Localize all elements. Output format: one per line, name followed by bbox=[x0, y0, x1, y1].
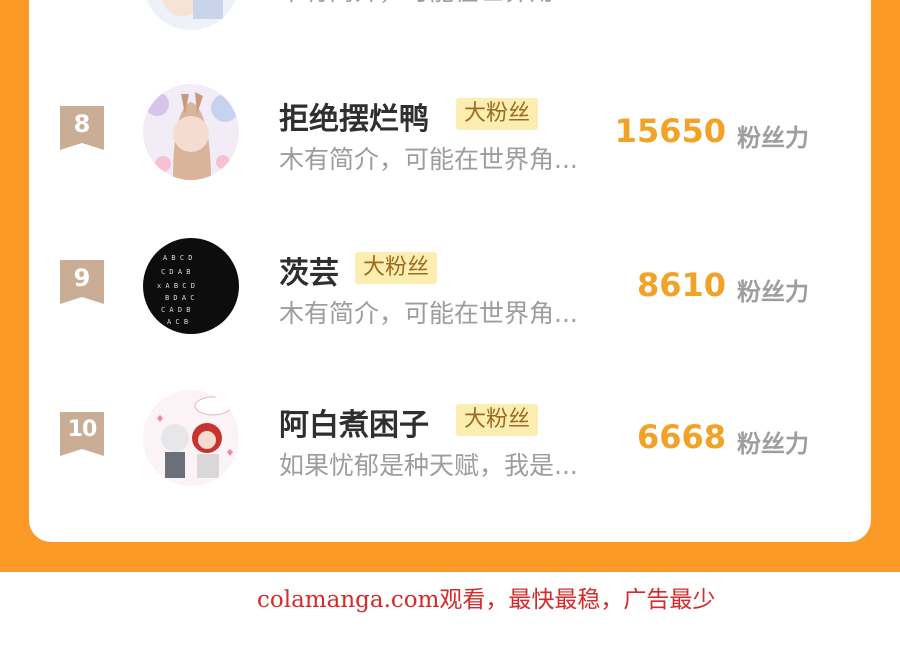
avatar[interactable] bbox=[143, 84, 239, 180]
svg-text:C D A B: C D A B bbox=[161, 268, 191, 276]
fan-level-badge: 大粉丝 bbox=[456, 404, 539, 436]
avatar[interactable]: A B C D C D A B x A B C D B D A C C A D … bbox=[143, 238, 239, 334]
fan-power-value: 8610 bbox=[636, 266, 726, 304]
fan-level-badge: 大粉丝 bbox=[456, 98, 539, 130]
user-name[interactable]: 拒绝摆烂鸭 bbox=[279, 94, 429, 138]
fan-level-badge: 大粉丝 bbox=[355, 252, 438, 284]
fan-ranking-card: 木有简介，可能在世界角... 8 拒绝摆烂鸭 大粉丝 木有简介，可能在世界角..… bbox=[29, 0, 871, 542]
user-name[interactable]: 茨芸 bbox=[279, 248, 339, 292]
user-description: 木有简介，可能在世界角... bbox=[279, 299, 578, 328]
watermark-text: colamanga.com观看，最快最稳，广告最少 bbox=[257, 587, 716, 613]
svg-text:B D A C: B D A C bbox=[165, 294, 195, 302]
avatar[interactable] bbox=[143, 0, 239, 30]
svg-text:A B C D: A B C D bbox=[163, 254, 193, 262]
user-description: 如果忧郁是种天赋，我是... bbox=[279, 451, 578, 480]
user-description: 木有简介，可能在世界角... bbox=[279, 0, 578, 8]
user-description: 木有简介，可能在世界角... bbox=[279, 145, 578, 174]
fan-power-label: 粉丝力 bbox=[737, 430, 809, 458]
fan-power-value: 15650 bbox=[614, 112, 726, 150]
ranking-row[interactable]: 10 阿白煮困子 大粉丝 如果忧郁是种天赋，我是... 6668 粉丝力 bbox=[29, 390, 871, 500]
ranking-row[interactable]: 9 A B C D C D A B x A B C D B D A C C A … bbox=[29, 238, 871, 348]
svg-text:C A D B: C A D B bbox=[161, 306, 191, 314]
avatar[interactable] bbox=[143, 390, 239, 486]
rank-ribbon: 8 bbox=[60, 106, 104, 150]
svg-text:A C B: A C B bbox=[167, 318, 188, 326]
rank-ribbon: 9 bbox=[60, 260, 104, 304]
fan-power-value: 6668 bbox=[636, 418, 726, 456]
svg-text:x A B C D: x A B C D bbox=[157, 282, 195, 290]
fan-power-label: 粉丝力 bbox=[737, 278, 809, 306]
rank-ribbon: 10 bbox=[60, 412, 104, 456]
fan-power-label: 粉丝力 bbox=[737, 124, 809, 152]
user-name[interactable]: 阿白煮困子 bbox=[279, 400, 429, 444]
ranking-row[interactable]: 8 拒绝摆烂鸭 大粉丝 木有简介，可能在世界角... 15650 粉丝力 bbox=[29, 84, 871, 194]
